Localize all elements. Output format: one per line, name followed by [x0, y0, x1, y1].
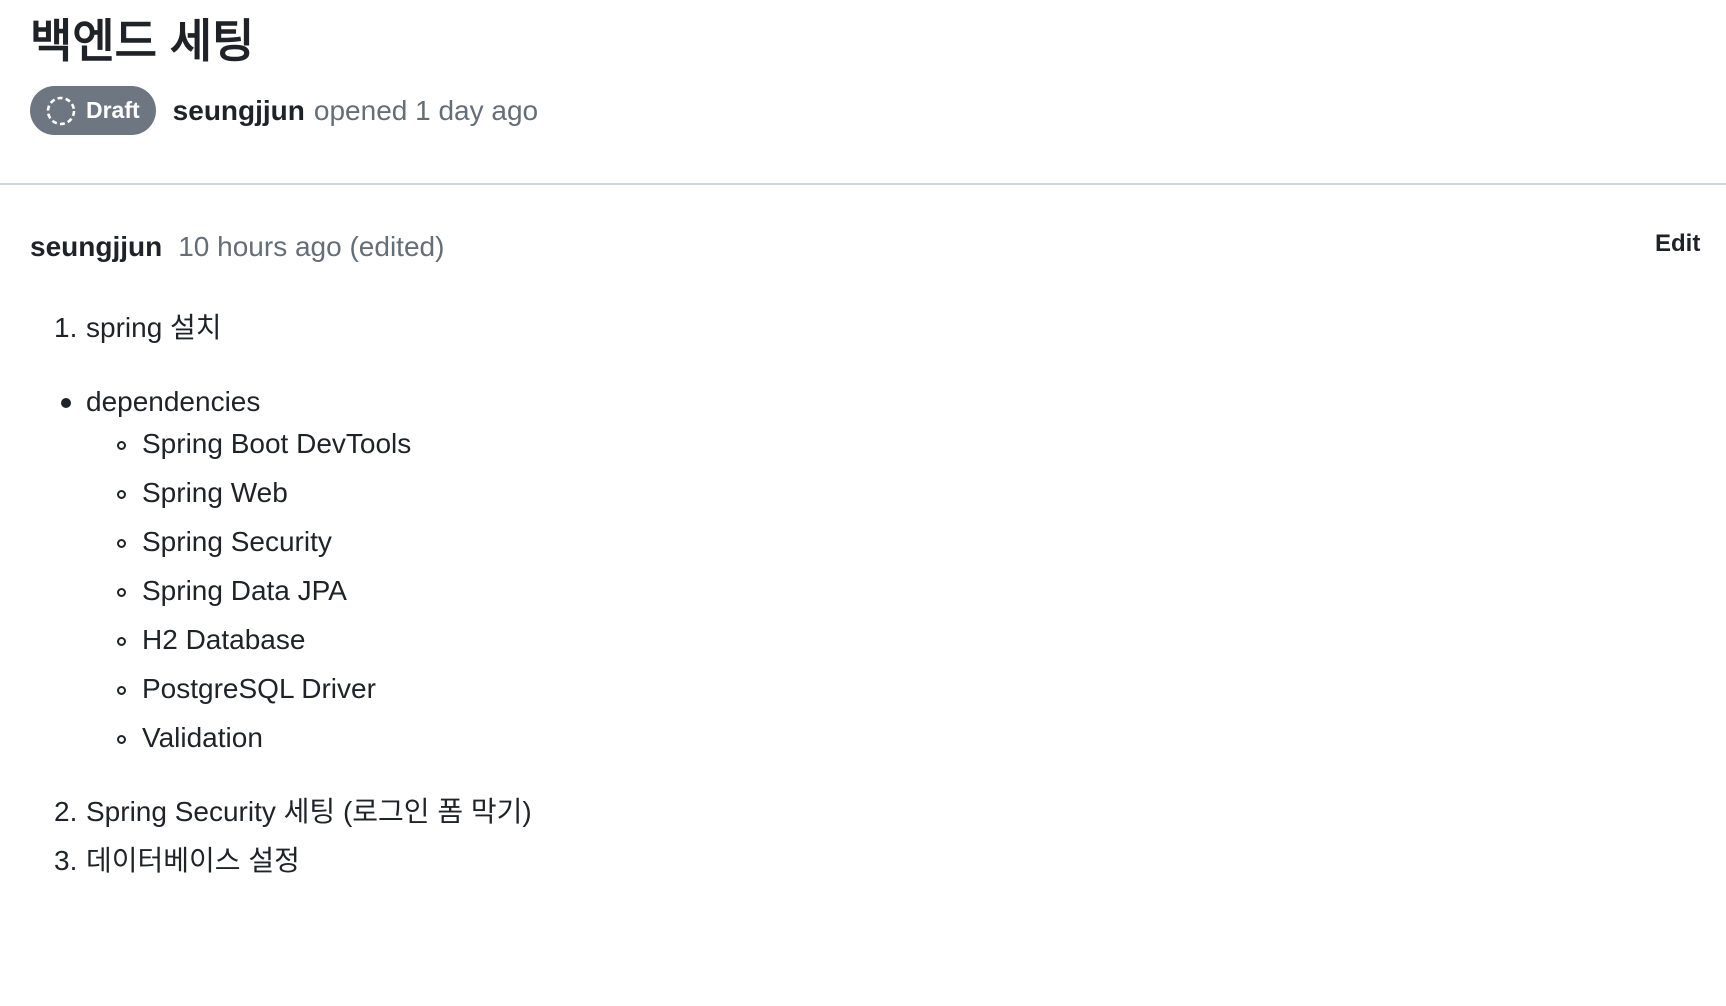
author-link[interactable]: seungjjun: [173, 95, 305, 127]
dependency-item: H2 Database: [142, 624, 306, 655]
dependency-item: PostgreSQL Driver: [142, 673, 376, 704]
opened-timestamp: opened 1 day ago: [313, 94, 539, 126]
status-badge-label: Draft: [86, 97, 140, 123]
circle-bullet-icon: [117, 588, 126, 597]
dependency-item: Spring Data JPA: [142, 575, 347, 606]
list-item-step2: Spring Security 세팅 (로그인 폼 막기): [86, 796, 532, 827]
list-item-step3: 데이터베이스 설정: [86, 845, 300, 876]
status-badge: Draft: [30, 86, 156, 135]
comment-author[interactable]: seungjjun: [30, 231, 162, 263]
circle-bullet-icon: [117, 441, 126, 450]
list-number: 1.: [54, 312, 78, 343]
dependency-item: Validation: [142, 722, 263, 753]
circle-bullet-icon: [117, 637, 126, 646]
dependency-item: Spring Web: [142, 477, 288, 508]
circle-bullet-icon: [117, 686, 126, 695]
draft-icon: [46, 96, 76, 125]
bullet-icon: [61, 398, 71, 408]
list-number: 3.: [54, 845, 78, 876]
list-item-step1: spring 설치: [86, 312, 222, 343]
circle-bullet-icon: [117, 735, 126, 744]
pr-header: 백엔드 세팅 Draft seungjjun opened 1 day ago: [0, 0, 1726, 185]
dependency-item: Spring Security: [142, 526, 332, 557]
list-number: 2.: [54, 796, 78, 827]
comment-header: seungjjun 10 hours ago (edited) Edit: [30, 226, 1700, 268]
list-item-dependencies: dependencies: [86, 386, 261, 417]
comment-timestamp[interactable]: 10 hours ago (edited): [178, 231, 444, 263]
dependency-item: Spring Boot DevTools: [142, 428, 412, 459]
pr-meta-row: Draft seungjjun opened 1 day ago: [30, 86, 538, 135]
edit-button[interactable]: Edit: [1655, 230, 1700, 258]
circle-bullet-icon: [117, 539, 126, 548]
circle-bullet-icon: [117, 490, 126, 499]
page-title: 백엔드 세팅: [30, 15, 255, 67]
